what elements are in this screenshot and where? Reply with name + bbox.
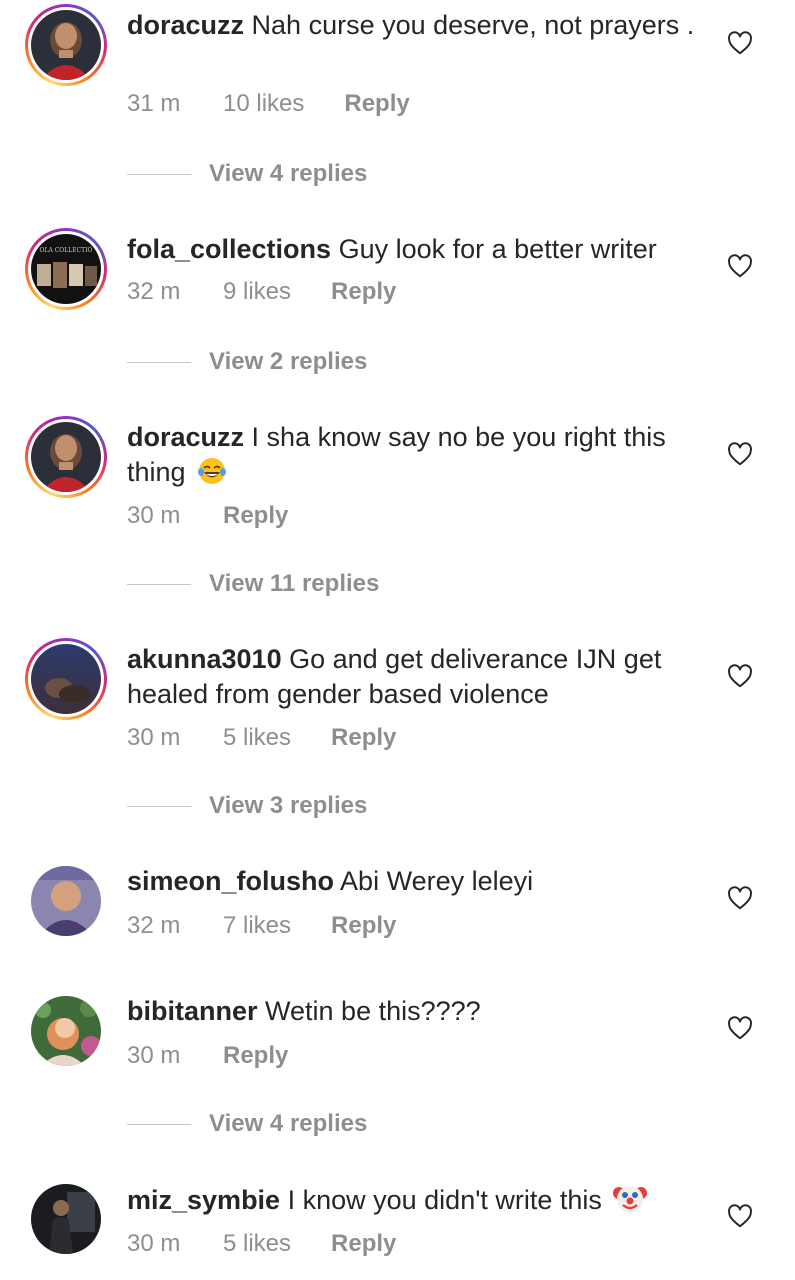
- divider-line: [127, 583, 191, 585]
- divider-line: [127, 1123, 191, 1125]
- comments-list: doracuzz Nah curse you deserve, not pray…: [0, 0, 795, 1280]
- comment-time: 30 m: [127, 502, 181, 529]
- comment-likes[interactable]: 10 likes: [223, 90, 304, 118]
- comment-meta: 32 m 7 likes Reply: [127, 912, 396, 940]
- avatar: [31, 422, 101, 492]
- avatar[interactable]: [31, 1184, 101, 1254]
- reply-button[interactable]: Reply: [331, 1230, 396, 1258]
- comment-text: fola_collections Guy look for a better w…: [127, 232, 707, 267]
- reply-button[interactable]: Reply: [331, 912, 396, 940]
- view-replies-button[interactable]: View 4 replies: [127, 1110, 367, 1138]
- view-replies-button[interactable]: View 3 replies: [127, 792, 367, 820]
- comment-time: 30 m: [127, 1230, 181, 1257]
- comment-meta: 30 m Reply: [127, 502, 288, 530]
- comment-text: miz_symbie I know you didn't write this: [127, 1182, 707, 1218]
- avatar-story-ring[interactable]: [25, 416, 107, 498]
- comment-likes[interactable]: 5 likes: [223, 724, 291, 752]
- comment-text: doracuzz Nah curse you deserve, not pray…: [127, 8, 707, 43]
- reply-button[interactable]: Reply: [331, 724, 396, 752]
- heart-outline-icon[interactable]: [727, 1016, 753, 1040]
- comment-username[interactable]: doracuzz: [127, 422, 244, 452]
- reply-button[interactable]: Reply: [344, 90, 409, 118]
- comment-text: bibitanner Wetin be this????: [127, 994, 707, 1029]
- comment-body: Wetin be this????: [265, 996, 481, 1026]
- heart-outline-icon[interactable]: [727, 254, 753, 278]
- comment-meta: 32 m 9 likes Reply: [127, 278, 396, 306]
- comment-meta: 30 m 5 likes Reply: [127, 1230, 396, 1258]
- divider-line: [127, 805, 191, 807]
- avatar: OLA COLLECTIO: [31, 234, 101, 304]
- avatar-logo-text: OLA COLLECTIO: [40, 247, 93, 254]
- comment-likes[interactable]: 9 likes: [223, 278, 291, 306]
- heart-outline-icon[interactable]: [727, 886, 753, 910]
- comment-likes[interactable]: 5 likes: [223, 1230, 291, 1258]
- avatar: [31, 644, 101, 714]
- comment-username[interactable]: bibitanner: [127, 996, 258, 1026]
- comment-text: akunna3010 Go and get deliverance IJN ge…: [127, 642, 707, 712]
- avatar-story-ring[interactable]: [25, 638, 107, 720]
- comment-body: Abi Werey leleyi: [340, 866, 534, 896]
- avatar-story-ring[interactable]: OLA COLLECTIO: [25, 228, 107, 310]
- view-replies-button[interactable]: View 4 replies: [127, 160, 367, 188]
- comment-time: 30 m: [127, 1042, 181, 1069]
- comment-meta: 31 m 10 likes Reply: [127, 90, 410, 118]
- view-replies-label: View 4 replies: [209, 160, 368, 187]
- heart-outline-icon[interactable]: [727, 664, 753, 688]
- comment-username[interactable]: simeon_folusho: [127, 866, 334, 896]
- view-replies-label: View 11 replies: [209, 570, 380, 597]
- heart-outline-icon[interactable]: [727, 31, 753, 55]
- reply-button[interactable]: Reply: [223, 502, 288, 530]
- comment-body: I know you didn't write this: [287, 1185, 602, 1215]
- divider-line: [127, 173, 191, 175]
- comment-username[interactable]: doracuzz: [127, 10, 244, 40]
- avatar[interactable]: [31, 866, 101, 936]
- view-replies-button[interactable]: View 11 replies: [127, 570, 379, 598]
- view-replies-label: View 4 replies: [209, 1110, 368, 1137]
- comment-time: 32 m: [127, 278, 181, 305]
- comment-meta: 30 m 5 likes Reply: [127, 724, 396, 752]
- divider-line: [127, 361, 191, 363]
- comment-username[interactable]: fola_collections: [127, 234, 331, 264]
- comment-time: 30 m: [127, 724, 181, 751]
- avatar-story-ring[interactable]: [25, 4, 107, 86]
- comment-body: Nah curse you deserve, not prayers .: [251, 10, 695, 40]
- comment-text: doracuzz I sha know say no be you right …: [127, 420, 707, 490]
- view-replies-button[interactable]: View 2 replies: [127, 348, 367, 376]
- avatar[interactable]: [31, 996, 101, 1066]
- comment-text: simeon_folusho Abi Werey leleyi: [127, 864, 707, 899]
- comment-meta: 30 m Reply: [127, 1042, 288, 1070]
- heart-outline-icon[interactable]: [727, 1204, 753, 1228]
- comment-username[interactable]: akunna3010: [127, 644, 282, 674]
- laughing-tears-emoji: [198, 458, 227, 484]
- comment-body: Guy look for a better writer: [338, 234, 657, 264]
- comment-username[interactable]: miz_symbie: [127, 1185, 280, 1215]
- reply-button[interactable]: Reply: [223, 1042, 288, 1070]
- comment-time: 31 m: [127, 90, 181, 117]
- view-replies-label: View 3 replies: [209, 792, 368, 819]
- comment-time: 32 m: [127, 912, 181, 939]
- view-replies-label: View 2 replies: [209, 348, 368, 375]
- clown-face-emoji: [613, 1186, 648, 1212]
- reply-button[interactable]: Reply: [331, 278, 396, 306]
- avatar: [31, 10, 101, 80]
- heart-outline-icon[interactable]: [727, 442, 753, 466]
- comment-likes[interactable]: 7 likes: [223, 912, 291, 940]
